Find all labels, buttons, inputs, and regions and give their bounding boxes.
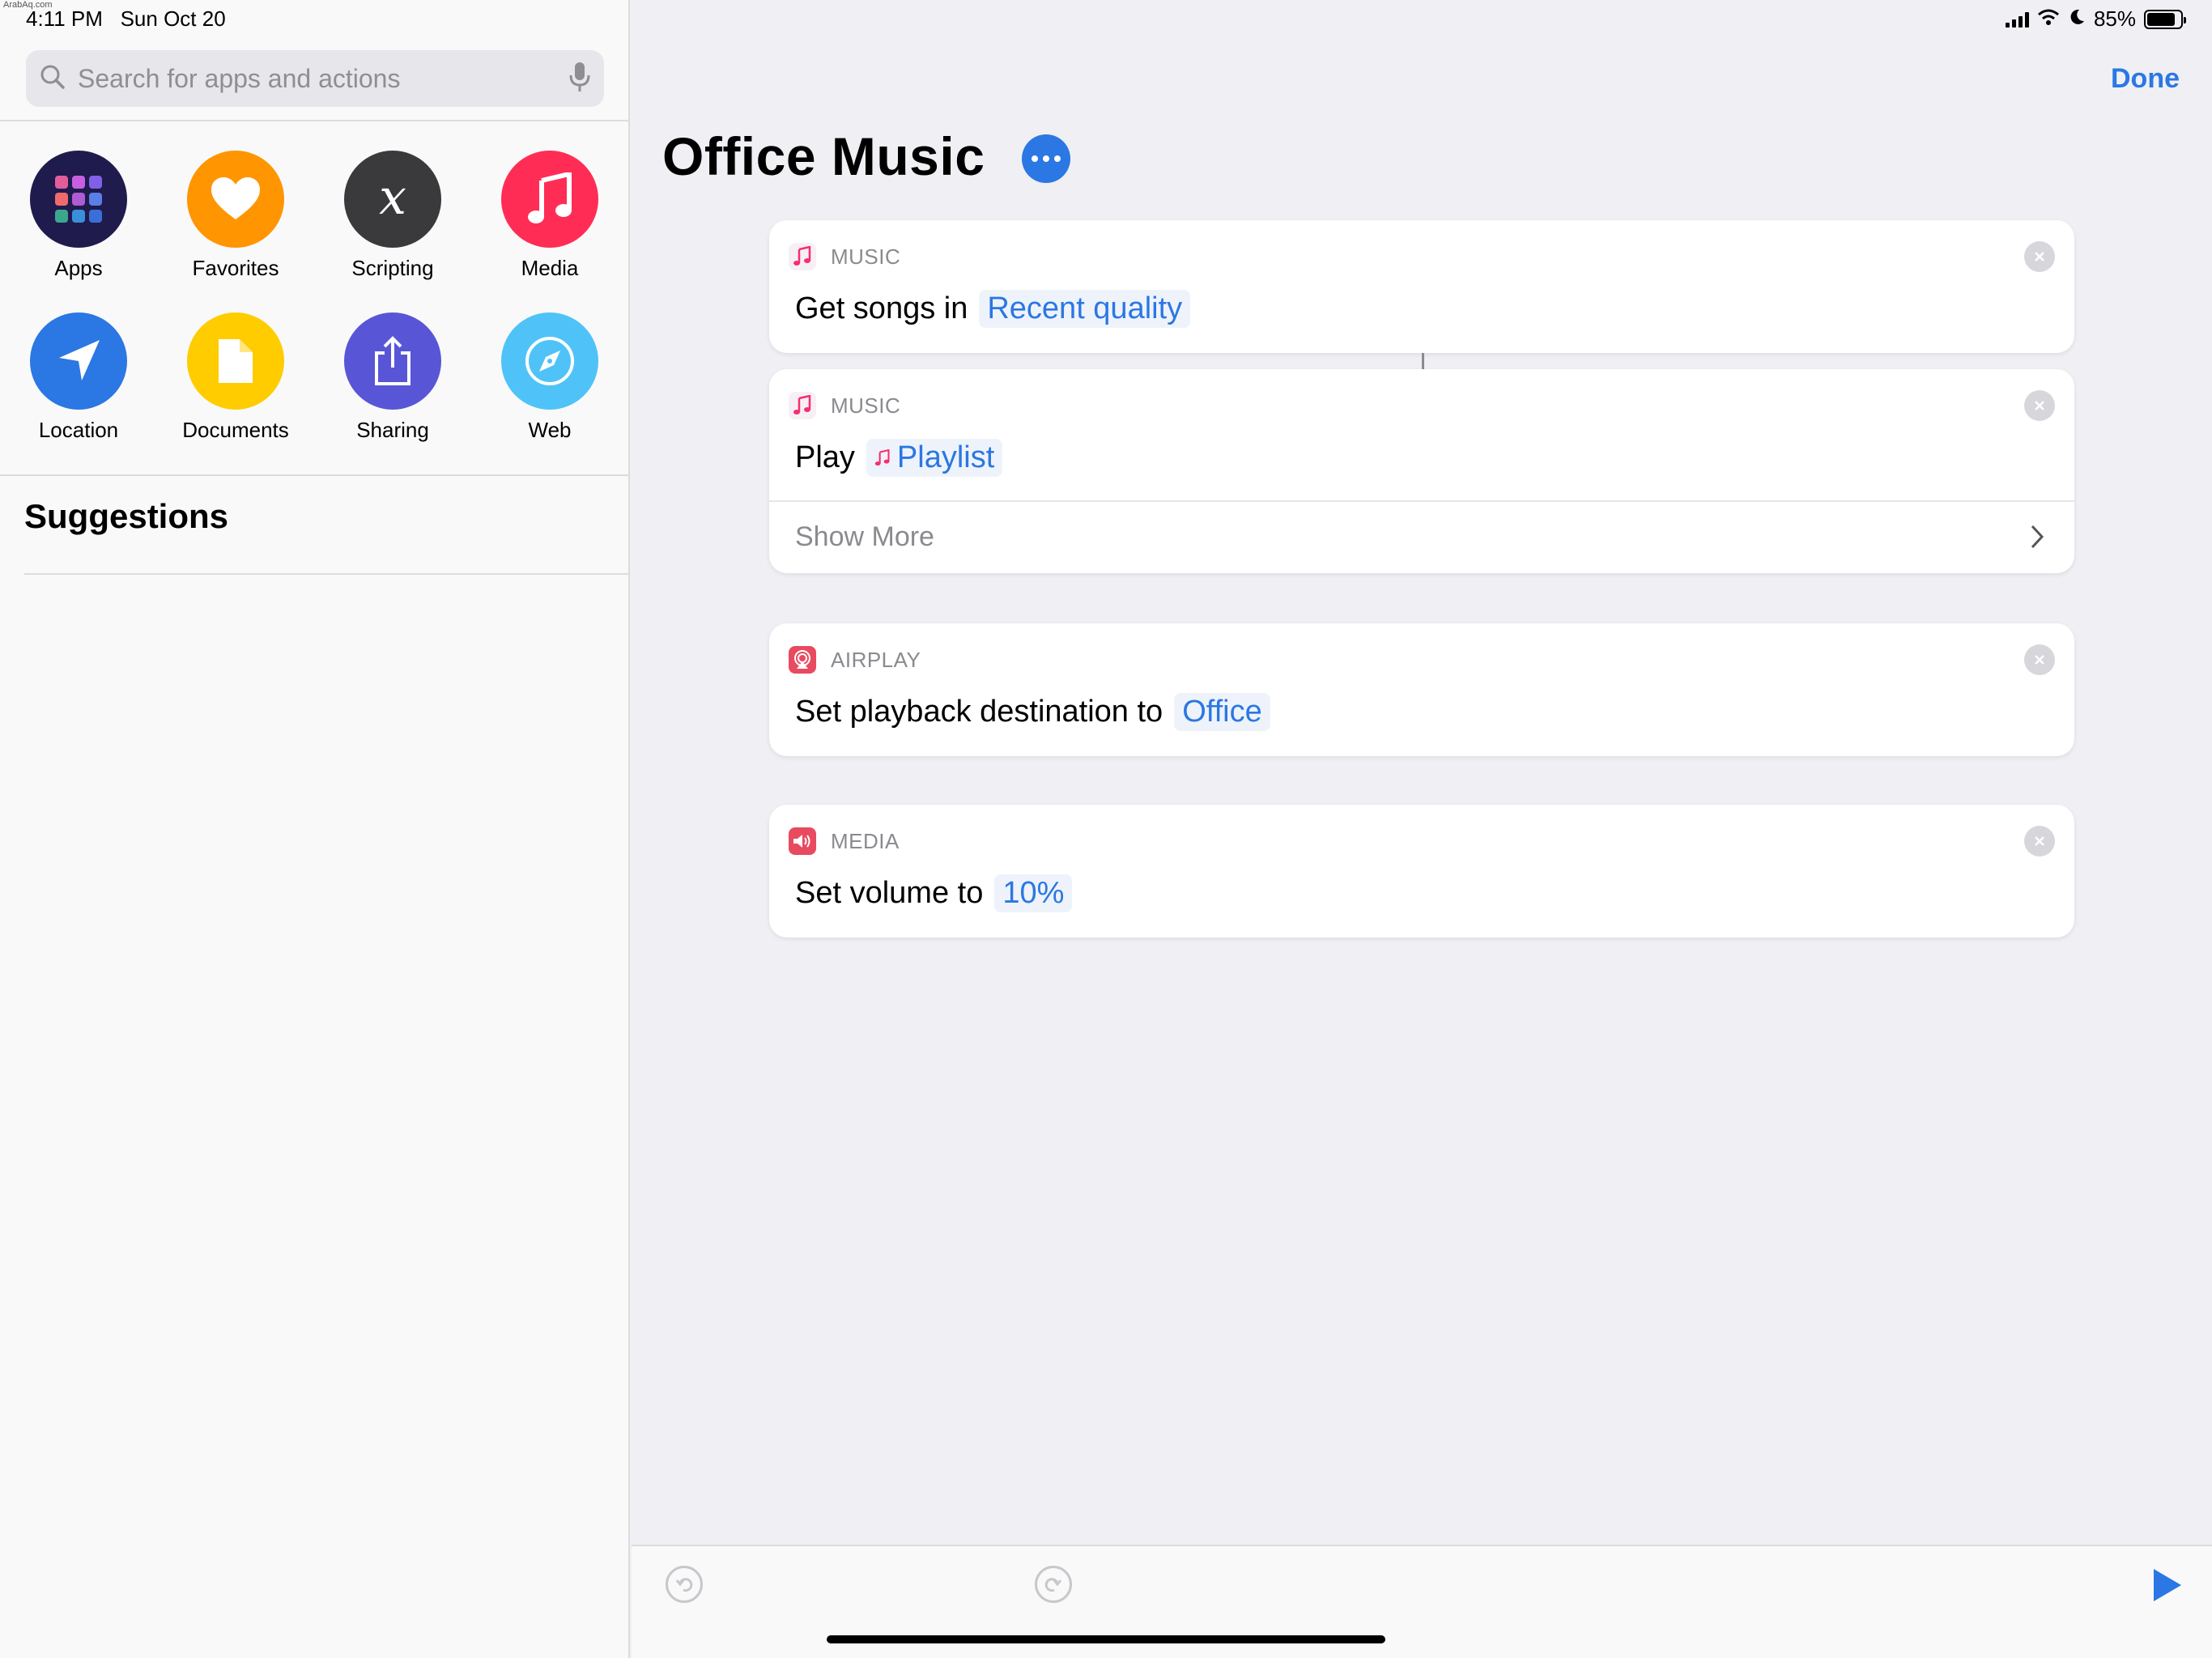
- action-card-play[interactable]: MUSIC Play Playlist Show More: [769, 369, 2074, 573]
- category-divider: [0, 474, 630, 476]
- category-label: Location: [38, 418, 119, 442]
- music-app-icon: [789, 392, 816, 419]
- category-label: Web: [528, 418, 572, 442]
- action-header: MUSIC: [789, 392, 900, 419]
- shortcut-title[interactable]: Office Music: [662, 125, 985, 187]
- token-label: 10%: [1002, 876, 1065, 910]
- remove-action-button[interactable]: [2024, 390, 2055, 421]
- category-apps[interactable]: Apps: [0, 151, 157, 281]
- category-documents[interactable]: Documents: [157, 312, 314, 443]
- more-options-button[interactable]: [1022, 134, 1070, 183]
- category-label: Sharing: [356, 418, 429, 442]
- search-divider: [0, 120, 630, 121]
- parameter-token[interactable]: Playlist: [866, 439, 1003, 477]
- document-icon: [187, 312, 284, 410]
- action-category: MEDIA: [831, 828, 900, 853]
- music-note-icon: [501, 151, 598, 248]
- airplay-icon: [789, 646, 816, 674]
- variable-x-icon: x: [344, 151, 441, 248]
- category-label: Documents: [182, 418, 289, 442]
- category-favorites[interactable]: Favorites: [157, 151, 314, 281]
- action-text: Get songs in: [795, 291, 968, 325]
- remove-action-button[interactable]: [2024, 241, 2055, 272]
- action-category: MUSIC: [831, 244, 901, 269]
- action-header: MUSIC: [789, 243, 900, 270]
- action-text: Play: [795, 440, 855, 474]
- action-card-volume[interactable]: MEDIA Set volume to 10%: [769, 805, 2074, 937]
- action-body: Play Playlist: [795, 439, 1003, 477]
- compass-icon: [501, 312, 598, 410]
- action-category: MUSIC: [831, 393, 901, 418]
- category-media[interactable]: Media: [471, 151, 628, 281]
- run-shortcut-button[interactable]: [2150, 1567, 2183, 1607]
- show-more-row[interactable]: Show More: [769, 500, 2074, 572]
- category-label: Scripting: [351, 256, 434, 280]
- search-bar[interactable]: Search for apps and actions: [26, 50, 604, 107]
- search-input[interactable]: Search for apps and actions: [78, 64, 568, 94]
- action-header: MEDIA: [789, 827, 900, 855]
- action-card-airplay[interactable]: AIRPLAY Set playback destination to Offi…: [769, 623, 2074, 756]
- action-connector: [1422, 353, 1424, 369]
- remove-action-button[interactable]: [2024, 644, 2055, 675]
- heart-icon: [187, 151, 284, 248]
- suggestions-divider: [24, 573, 630, 575]
- action-text: Set volume to: [795, 876, 984, 910]
- playlist-music-icon: [874, 440, 891, 475]
- action-header: AIRPLAY: [789, 646, 921, 674]
- location-arrow-icon: [30, 312, 127, 410]
- parameter-token[interactable]: Office: [1174, 693, 1270, 731]
- category-scripting[interactable]: x Scripting: [314, 151, 471, 281]
- parameter-token[interactable]: Recent quality: [979, 290, 1191, 328]
- category-label: Media: [521, 256, 579, 280]
- status-time: 4:11 PM Sun Oct 20: [26, 6, 226, 32]
- share-icon: [344, 312, 441, 410]
- done-button[interactable]: Done: [2111, 63, 2180, 95]
- category-label: Apps: [54, 256, 103, 280]
- status-clock: 4:11 PM: [26, 6, 103, 31]
- category-label: Favorites: [192, 256, 279, 280]
- undo-button[interactable]: [666, 1566, 703, 1603]
- parameter-token[interactable]: 10%: [994, 874, 1073, 912]
- token-label: Playlist: [896, 440, 995, 474]
- category-sharing[interactable]: Sharing: [314, 312, 471, 443]
- action-card-get-songs[interactable]: MUSIC Get songs in Recent quality: [769, 220, 2074, 353]
- action-body: Set volume to 10%: [795, 874, 1073, 912]
- action-body: Set playback destination to Office: [795, 693, 1270, 731]
- redo-button[interactable]: [1035, 1566, 1072, 1603]
- status-date: Sun Oct 20: [120, 6, 226, 31]
- suggestions-heading: Suggestions: [24, 497, 229, 535]
- category-web[interactable]: Web: [471, 312, 628, 443]
- action-text: Set playback destination to: [795, 695, 1163, 729]
- home-indicator[interactable]: [827, 1635, 1385, 1643]
- remove-action-button[interactable]: [2024, 826, 2055, 857]
- music-app-icon: [789, 243, 816, 270]
- token-label: Recent quality: [987, 291, 1183, 325]
- action-body: Get songs in Recent quality: [795, 290, 1191, 328]
- sidebar: Search for apps and actions Apps Favorit…: [0, 0, 630, 1658]
- token-label: Office: [1182, 695, 1262, 729]
- category-location[interactable]: Location: [0, 312, 157, 443]
- chevron-right-icon: [2029, 523, 2045, 558]
- search-icon: [39, 63, 66, 95]
- show-more-label: Show More: [795, 521, 934, 552]
- apps-grid-icon: [30, 151, 127, 248]
- svg-text:x: x: [379, 173, 406, 225]
- action-category: AIRPLAY: [831, 647, 921, 672]
- speaker-icon: [789, 827, 816, 855]
- microphone-icon[interactable]: [568, 61, 591, 97]
